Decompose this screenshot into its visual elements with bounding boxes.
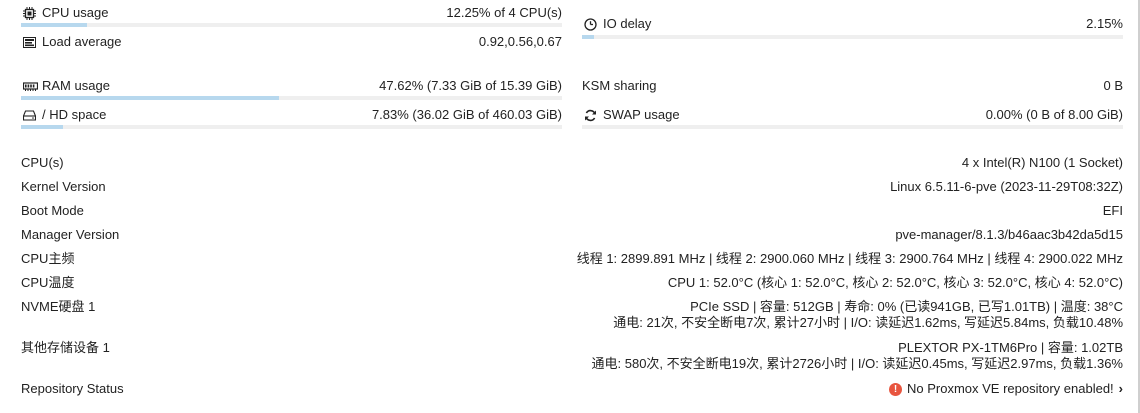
io-delay-metric: IO delay 2.15% (584, 17, 1123, 31)
load-average-value: 0.92,0.56,0.67 (478, 34, 562, 49)
ram-usage-value: 47.62% (7.33 GiB of 15.39 GiB) (379, 78, 562, 93)
load-average-metric: Load average 0.92,0.56,0.67 (23, 35, 562, 49)
repository-status-text: No Proxmox VE repository enabled! (907, 381, 1114, 396)
info-value: CPU 1: 52.0°C (核心 1: 52.0°C, 核心 2: 52.0°… (667, 275, 1123, 290)
io-delay-value: 2.15% (1086, 16, 1123, 31)
hd-space-bar (21, 125, 562, 129)
cpu-usage-bar-fill (21, 23, 88, 27)
info-key: Boot Mode (21, 203, 84, 218)
cpu-usage-label: CPU usage (42, 5, 109, 20)
info-value: pve-manager/8.1.3/b46aac3b42da5d15 (895, 227, 1123, 242)
cpu-chip-icon (23, 6, 36, 20)
info-value: 线程 1: 2899.891 MHz | 线程 2: 2900.060 MHz … (576, 251, 1123, 266)
info-key: Kernel Version (21, 179, 106, 194)
info-key: NVME硬盘 1 (21, 299, 96, 314)
clock-icon (584, 17, 597, 31)
list-tasks-icon (23, 36, 36, 49)
cpu-usage-metric: CPU usage 12.25% of 4 CPU(s) (23, 6, 562, 20)
ksm-sharing-label: KSM sharing (582, 78, 657, 93)
chevron-right-icon: › (1118, 381, 1123, 396)
info-key: 其他存储设备 1 (21, 340, 110, 355)
error-circle-icon: ! (889, 382, 902, 396)
swap-usage-value: 0.00% (0 B of 8.00 GiB) (985, 107, 1123, 122)
ram-usage-label: RAM usage (42, 78, 110, 93)
ksm-sharing-metric: KSM sharing 0 B (582, 79, 1123, 93)
memory-icon (22, 80, 39, 93)
swap-usage-label: SWAP usage (603, 107, 680, 122)
info-key: Manager Version (21, 227, 120, 242)
info-key: Repository Status (21, 381, 124, 396)
hd-space-value: 7.83% (36.02 GiB of 460.03 GiB) (371, 107, 562, 122)
refresh-icon (584, 109, 597, 122)
info-value: PCIe SSD | 容量: 512GB | 寿命: 0% (已读941GB, … (613, 299, 1123, 330)
io-delay-label: IO delay (603, 16, 652, 31)
node-summary-panel: CPU usage 12.25% of 4 CPU(s) Load averag… (0, 0, 1140, 413)
info-key: CPU温度 (21, 275, 75, 290)
hd-space-bar-fill (21, 125, 64, 129)
ram-usage-metric: RAM usage 47.62% (7.33 GiB of 15.39 GiB) (22, 78, 562, 93)
swap-usage-metric: SWAP usage 0.00% (0 B of 8.00 GiB) (584, 108, 1123, 122)
info-value: 4 x Intel(R) N100 (1 Socket) (961, 155, 1123, 170)
load-average-label: Load average (42, 34, 122, 49)
info-value: PLEXTOR PX-1TM6Pro | 容量: 1.02TB 通电: 580次… (591, 340, 1123, 371)
io-delay-bar (582, 35, 1123, 39)
repository-status-link[interactable]: ! No Proxmox VE repository enabled! › (889, 381, 1123, 397)
ram-usage-bar-fill (21, 96, 279, 100)
ksm-sharing-value: 0 B (1103, 78, 1123, 93)
info-value: EFI (1102, 203, 1123, 218)
ram-usage-bar (21, 96, 562, 100)
hd-space-label: / HD space (42, 107, 107, 122)
hd-space-metric: / HD space 7.83% (36.02 GiB of 460.03 Gi… (22, 107, 562, 122)
cpu-usage-value: 12.25% of 4 CPU(s) (446, 5, 562, 20)
info-key: CPU主频 (21, 251, 75, 266)
hdd-icon (22, 109, 37, 122)
swap-usage-bar (582, 125, 1123, 129)
cpu-usage-bar (21, 23, 562, 27)
io-delay-bar-fill (582, 35, 594, 39)
info-value: Linux 6.5.11-6-pve (2023-11-29T08:32Z) (890, 179, 1123, 194)
info-key: CPU(s) (21, 155, 64, 170)
